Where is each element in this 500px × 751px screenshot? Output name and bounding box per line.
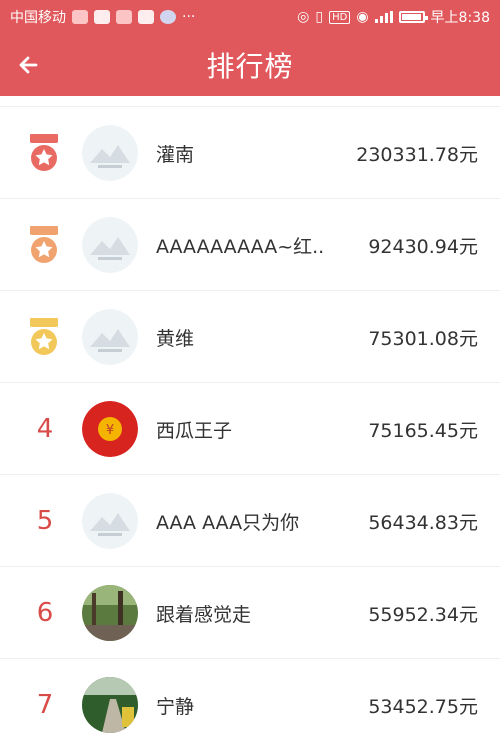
hotspot-icon: ◎: [297, 9, 310, 25]
user-name: 灌南: [156, 143, 195, 166]
rank-number: 7: [36, 690, 54, 720]
wechat-icon: [94, 10, 110, 24]
list-item[interactable]: 黄维 75301.08元: [0, 290, 500, 383]
list-item[interactable]: 4 ¥ 西瓜王子 75165.45元: [0, 382, 500, 475]
title-bar: 排行榜: [0, 34, 500, 96]
hd-icon: HD: [329, 10, 351, 24]
amount-value: 230331.78元: [356, 143, 478, 166]
rank-number: 6: [36, 598, 54, 628]
news-app-icon: [72, 10, 88, 24]
status-bar: 中国移动 ··· ◎ ▯ HD ◉ 早上8:38: [0, 0, 500, 34]
back-arrow-icon[interactable]: [14, 48, 48, 82]
clock: 早上8:38: [430, 10, 490, 26]
user-name: 西瓜王子: [156, 419, 233, 442]
user-name: 跟着感觉走: [156, 603, 252, 626]
avatar[interactable]: [82, 677, 138, 733]
avatar[interactable]: [82, 309, 138, 365]
page-title: 排行榜: [206, 50, 294, 83]
rank-number: 4: [36, 414, 54, 444]
signal-icon: [374, 11, 393, 23]
avatar[interactable]: ¥: [82, 401, 138, 457]
maps-icon: [138, 10, 154, 24]
user-name: 黄维: [156, 327, 195, 350]
user-name: AAAAAAAAA~红...: [156, 235, 326, 258]
amount-value: 75301.08元: [368, 327, 478, 350]
vibrate-icon: ▯: [315, 9, 324, 25]
user-name: 宁静: [156, 695, 195, 718]
medal-icon: [28, 134, 60, 172]
amount-value: 55952.34元: [368, 603, 478, 626]
zhihu-icon: [160, 10, 176, 24]
avatar[interactable]: [82, 125, 138, 181]
list-item[interactable]: AAAAAAAAA~红... 92430.94元: [0, 198, 500, 291]
amount-value: 75165.45元: [368, 419, 478, 442]
avatar[interactable]: [82, 217, 138, 273]
list-item[interactable]: 6 跟着感觉走 55952.34元: [0, 566, 500, 659]
amount-value: 92430.94元: [368, 235, 478, 258]
list-item[interactable]: 灌南 230331.78元: [0, 106, 500, 199]
medal-icon: [28, 226, 60, 264]
more-notifications-icon: ···: [182, 9, 196, 25]
medal-icon: [28, 318, 60, 356]
amount-value: 56434.83元: [368, 511, 478, 534]
user-name: AAA AAA只为你: [156, 511, 300, 534]
toutiao-icon: [116, 10, 132, 24]
rank-number: 5: [36, 506, 54, 536]
carrier-label: 中国移动: [10, 10, 66, 26]
eye-icon: ◉: [356, 9, 369, 25]
battery-icon: [398, 11, 428, 23]
amount-value: 53452.75元: [368, 695, 478, 718]
list-item[interactable]: 7 宁静 53452.75元: [0, 658, 500, 751]
list-item[interactable]: 5 AAA AAA只为你 56434.83元: [0, 474, 500, 567]
avatar[interactable]: [82, 585, 138, 641]
svg-text:¥: ¥: [106, 423, 114, 438]
avatar[interactable]: [82, 493, 138, 549]
